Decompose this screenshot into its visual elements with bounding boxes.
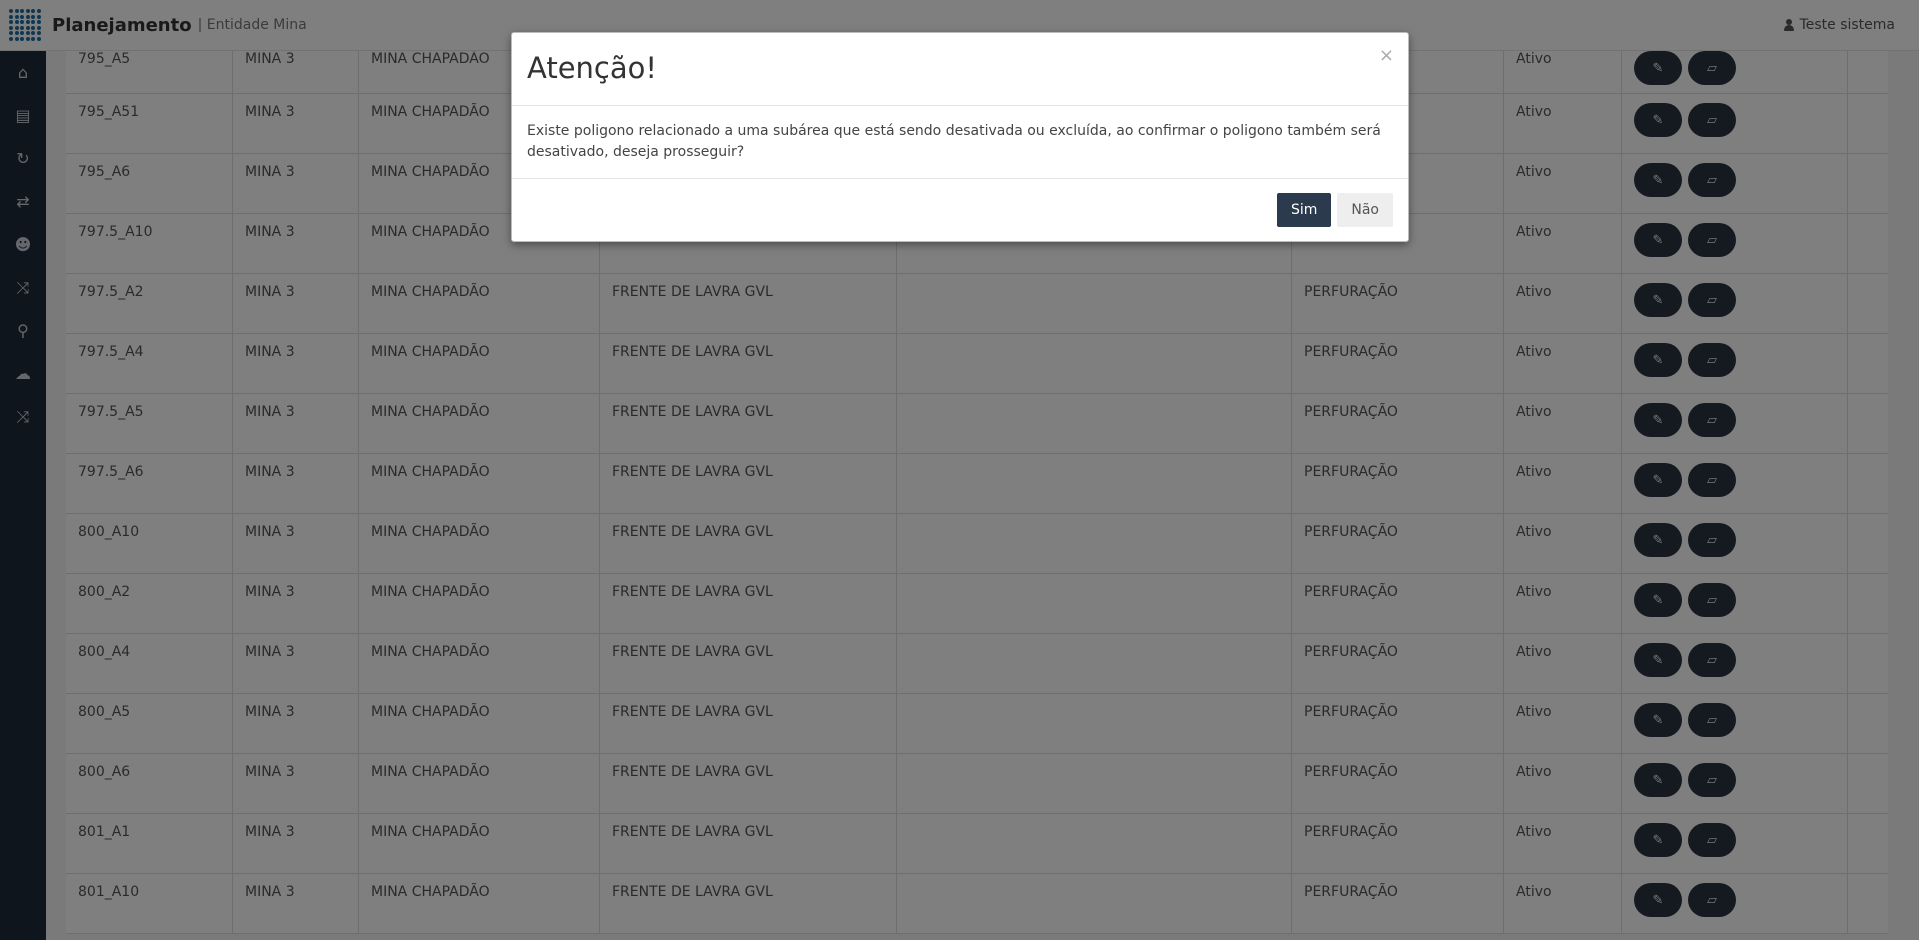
modal-title: Atenção! [527,51,658,85]
confirm-modal: Atenção! × Existe poligono relacionado a… [511,32,1409,242]
confirm-button[interactable]: Sim [1276,193,1332,227]
modal-footer: Sim Não [512,179,1408,241]
modal-header: Atenção! × [512,33,1408,106]
cancel-button[interactable]: Não [1337,193,1393,227]
close-icon[interactable]: × [1379,45,1394,66]
modal-message: Existe poligono relacionado a uma subáre… [512,106,1408,179]
